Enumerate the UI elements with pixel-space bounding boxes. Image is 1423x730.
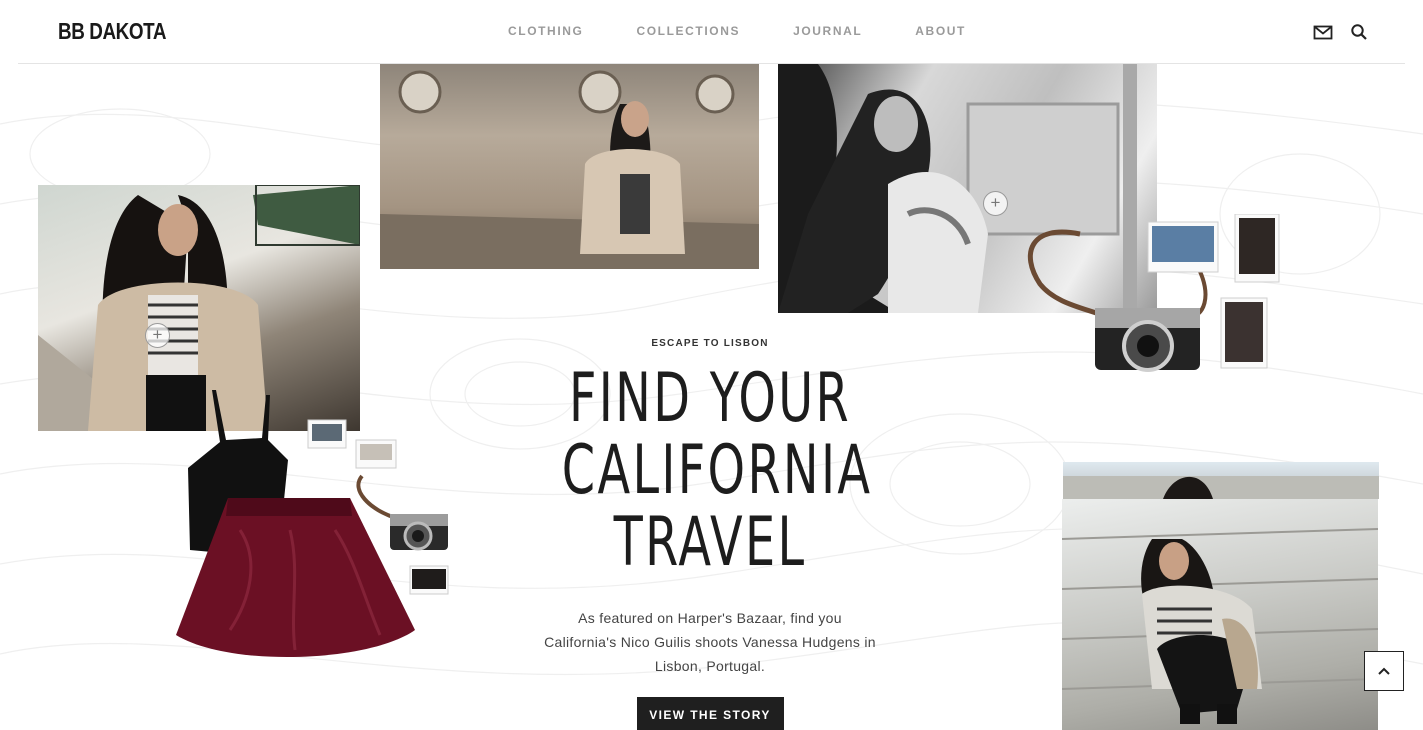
mail-icon[interactable] — [1313, 22, 1333, 42]
photo-stairs-illustration — [1062, 528, 1378, 724]
photo-stairs-top-strip[interactable] — [1063, 462, 1379, 499]
product-hotspot-plus-icon[interactable]: + — [145, 323, 170, 348]
search-icon[interactable] — [1349, 22, 1369, 42]
hero-section: ESCAPE TO LISBON FIND YOUR CALIFORNIA TR… — [520, 338, 900, 730]
photo-woman-seated-wall[interactable] — [380, 64, 759, 269]
chevron-up-icon — [1378, 667, 1390, 675]
camera-polaroid-props[interactable] — [1020, 214, 1295, 384]
headline-line: FIND YOUR — [568, 359, 852, 438]
hero-kicker: ESCAPE TO LISBON — [651, 338, 769, 349]
photo-woman-seated-illustration — [380, 70, 759, 269]
photo-woman-sitting-stairs[interactable] — [1062, 499, 1378, 730]
hero-headline: FIND YOUR CALIFORNIA TRAVEL — [561, 359, 873, 582]
nav-collections[interactable]: COLLECTIONS — [636, 24, 740, 38]
photo-stairs-strip-illustration — [1063, 476, 1379, 499]
nav-journal[interactable]: JOURNAL — [793, 24, 862, 38]
main-nav: CLOTHING COLLECTIONS JOURNAL ABOUT — [508, 24, 1019, 38]
scroll-to-top-button[interactable] — [1364, 651, 1404, 691]
brand-logo[interactable]: BB DAKOTA — [58, 18, 166, 45]
headline-line: CALIFORNIA — [561, 431, 873, 510]
hero-description: As featured on Harper's Bazaar, find you… — [544, 610, 876, 674]
nav-clothing[interactable]: CLOTHING — [508, 24, 583, 38]
flatlay-outfit-props[interactable] — [170, 390, 460, 665]
nav-about[interactable]: ABOUT — [915, 24, 966, 38]
site-header: BB DAKOTA CLOTHING COLLECTIONS JOURNAL A… — [18, 0, 1405, 64]
product-hotspot-plus-icon[interactable]: + — [983, 191, 1008, 216]
headline-line: TRAVEL — [613, 503, 807, 582]
view-story-button[interactable]: VIEW THE STORY — [636, 697, 784, 730]
